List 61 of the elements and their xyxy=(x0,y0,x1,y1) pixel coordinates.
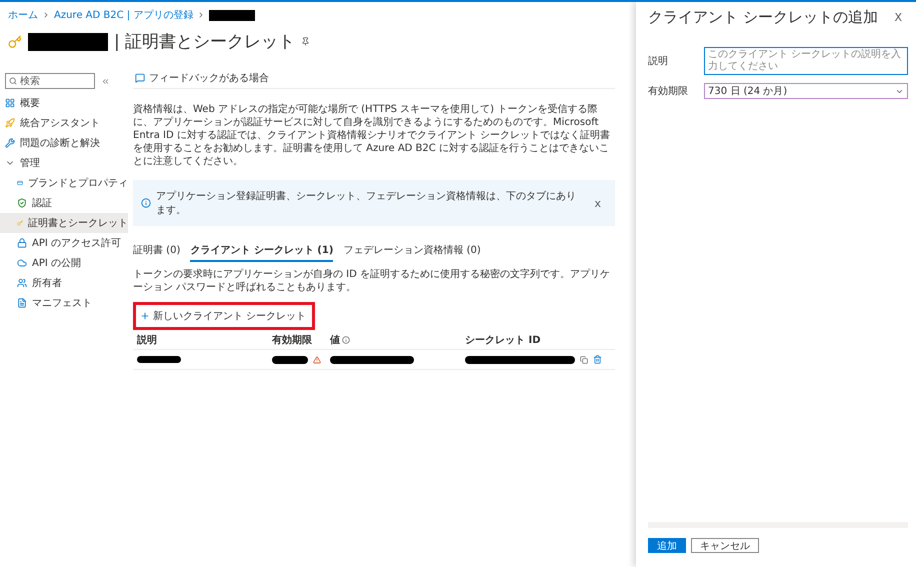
tab[interactable]: クライアント シークレット (1) xyxy=(190,240,334,262)
grid-icon xyxy=(5,98,15,108)
lock-icon xyxy=(17,238,27,248)
tab[interactable]: フェデレーション資格情報 (0) xyxy=(343,240,481,262)
key-icon xyxy=(17,218,23,228)
sidebar-item[interactable]: 問題の診断と解決 xyxy=(0,133,128,153)
panel-title: クライアント シークレットの追加 xyxy=(648,8,878,27)
rocket-icon xyxy=(5,118,15,128)
breadcrumb-link[interactable]: Azure AD B2C | アプリの登録 xyxy=(54,8,194,22)
info-icon xyxy=(342,336,350,344)
plus-icon xyxy=(140,311,150,321)
cancel-button[interactable]: キャンセル xyxy=(691,538,759,553)
card-icon xyxy=(17,178,23,188)
sidebar-item[interactable]: 証明書とシークレット xyxy=(0,213,128,233)
feedback-icon xyxy=(135,72,145,82)
pin-icon[interactable] xyxy=(301,37,310,46)
tab[interactable]: 証明書 (0) xyxy=(133,240,180,262)
chevron-icon xyxy=(42,11,50,19)
close-button[interactable]: x xyxy=(588,196,607,210)
people-icon xyxy=(17,278,27,288)
sidebar-item[interactable]: 概要 xyxy=(0,93,128,113)
add-button[interactable]: 追加 xyxy=(648,538,686,553)
sidebar-item[interactable]: 統合アシスタント xyxy=(0,113,128,133)
shield-icon xyxy=(17,198,27,208)
sidebar-item[interactable]: API の公開 xyxy=(0,253,128,273)
warning-icon xyxy=(313,356,321,364)
sidebar-item[interactable]: マニフェスト xyxy=(0,293,128,313)
field-label: 有効期限 xyxy=(648,84,689,98)
sidebar-item[interactable]: 所有者 xyxy=(0,273,128,293)
sidebar-item[interactable]: 認証 xyxy=(0,193,128,213)
dropdown[interactable]: 730 日 (24 か月) xyxy=(704,83,908,99)
column-header: シークレット ID xyxy=(461,330,615,350)
sidebar-item[interactable]: 管理 xyxy=(0,153,128,173)
description-text: 資格情報は、Web アドレスの指定が可能な場所で (HTTPS スキーマを使用して) トークンを受信する際に、アプリケーションが認証サービスに対して自身を識別できるようにするためのものです。Microsoft Entra ID に対する認証では、クライアント資格情報シナリオでクライアント シークレットではなく証明書を使用することをお勧めします。証明書を使用して Azure AD B2C に対する認証を行うことはできないことに注意してください。 xyxy=(133,103,612,168)
sidebar-item[interactable]: ブランドとプロパティ xyxy=(0,173,128,193)
field-label: 説明 xyxy=(648,54,669,68)
document-icon xyxy=(17,298,27,308)
page-title: | 証明書とシークレット xyxy=(114,31,296,53)
breadcrumb-link[interactable]: ホーム xyxy=(8,8,38,22)
banner-text: アプリケーション登録証明書、シークレット、フェデレーション資格情報は、下のタブにあります。 xyxy=(156,190,577,217)
redaction-bar xyxy=(272,356,308,364)
search-icon xyxy=(9,77,17,85)
close-button[interactable]: X xyxy=(888,10,908,25)
column-header: 有効期限 xyxy=(268,330,326,350)
tab-description: トークンの要求時にアプリケーションが自身の ID を証明するために使用する秘密の文字列です。アプリケーション パスワードと呼ばれることもあります。 xyxy=(133,268,612,294)
collapse-icon[interactable] xyxy=(101,76,110,86)
key-icon xyxy=(8,34,22,48)
new-secret-button[interactable]: 新しいクライアント シークレット xyxy=(140,309,306,323)
sidebar-item[interactable]: API のアクセス許可 xyxy=(0,233,128,253)
column-header: 説明 xyxy=(133,330,268,350)
redaction-bar xyxy=(209,10,256,20)
delete-icon[interactable] xyxy=(593,355,602,364)
wrench-icon xyxy=(5,138,15,148)
cloud-icon xyxy=(17,258,27,268)
redaction-bar xyxy=(137,356,181,363)
copy-icon[interactable] xyxy=(580,356,588,364)
search-field[interactable]: 検索 xyxy=(5,73,95,89)
input-field[interactable]: このクライアント シークレットの説明を入力してください xyxy=(704,47,908,75)
column-header: 値 xyxy=(326,330,461,350)
info-icon xyxy=(141,198,151,208)
feedback-link[interactable]: フィードバックがある場合 xyxy=(149,70,269,84)
